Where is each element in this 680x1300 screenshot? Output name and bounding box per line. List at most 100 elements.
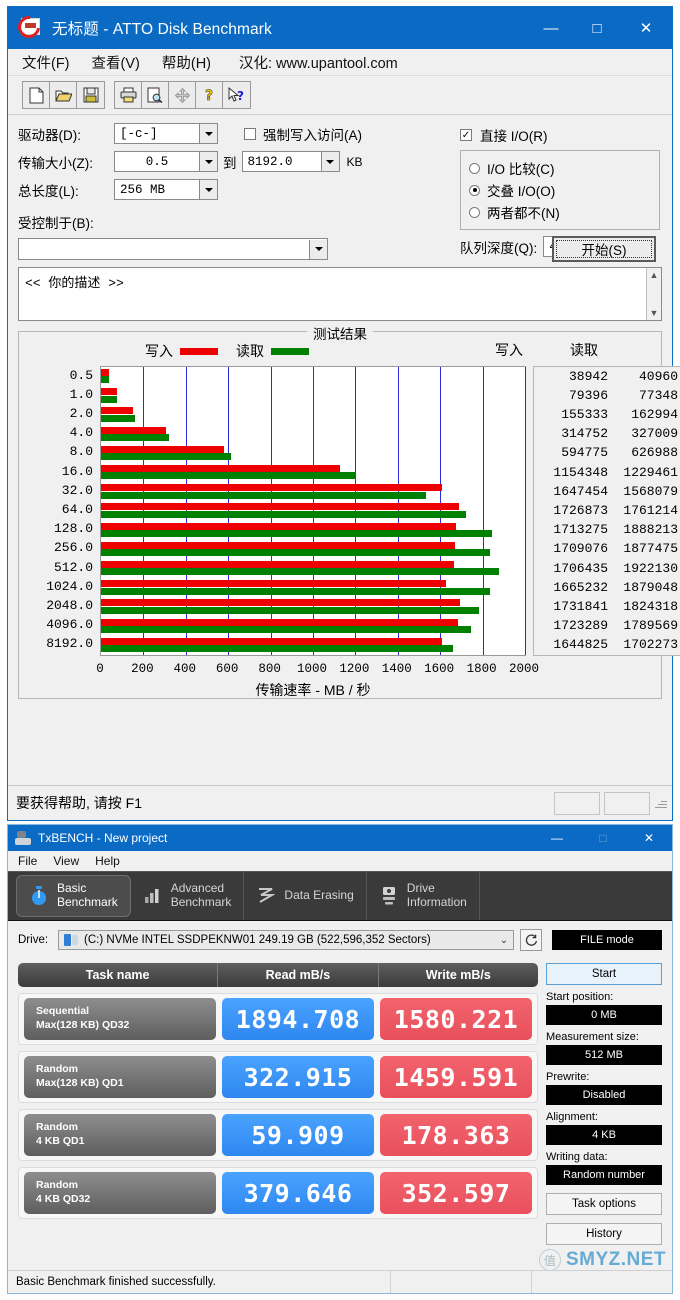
minimize-button[interactable]: — [528,7,574,49]
table-row[interactable]: Random 4 KB QD1 59.909 178.363 [18,1109,538,1161]
resize-grip-icon[interactable] [654,796,668,810]
tab-data-erasing[interactable]: Data Erasing [244,872,367,920]
localization-credit: 汉化: www.upantool.com [239,55,398,72]
drive-combo[interactable]: [-c-] [114,123,218,144]
sidebar-field-value[interactable]: 512 MB [546,1045,662,1065]
tab-drive-information[interactable]: Drive Information [367,872,480,920]
bar-write [101,465,340,472]
refresh-icon[interactable] [520,929,542,951]
total-length-combo[interactable]: 256 MB [114,179,218,200]
print-icon[interactable] [115,82,142,108]
maximize-button[interactable]: □ [574,7,620,49]
chevron-down-icon[interactable] [320,152,339,171]
task-name-line2: Max(128 KB) QD1 [36,1077,124,1089]
controlled-by-combo[interactable] [18,238,328,260]
direct-io-checkbox[interactable]: ✓ 直接 I/O(R) [460,125,660,145]
x-tick-label: 600 [215,662,239,676]
maximize-button[interactable]: □ [580,825,626,851]
chevron-down-icon[interactable]: ⌄ [495,935,513,946]
atto-statusbar: 要获得帮助, 请按 F1 [8,785,672,820]
menu-view[interactable]: View [53,854,79,868]
new-file-icon[interactable] [23,82,50,108]
value-read: 40960 [638,368,678,384]
y-tick-label: 1024.0 [46,578,93,594]
transfer-size-to-value: 8192.0 [247,154,293,169]
menu-help[interactable]: Help [95,854,120,868]
description-scrollbar[interactable]: ▲ ▼ [646,268,661,320]
atto-app-icon [13,11,45,43]
menu-help[interactable]: 帮助(H) [162,52,211,73]
gridline [525,367,526,655]
sidebar-field-value[interactable]: 4 KB [546,1125,662,1145]
read-value-cell: 379.646 [222,1172,374,1214]
transfer-size-row: 传输大小(Z): 0.5 到 8192.0 KB [18,151,388,172]
scroll-down-icon[interactable]: ▼ [650,308,659,318]
atto-chart: 写入 读取 写入 读取 0.5 1.0 2.0 4.0 8.0 16.0 32.0 64.0 1… [25,340,680,698]
value-row: 155333 162994 [534,407,678,422]
radio-overlapped-io[interactable]: 交叠 I/O(O) [469,180,651,200]
value-read: 1824318 [623,599,678,614]
atto-menubar: 文件(F) 查看(V) 帮助(H) 汉化: www.upantool.com [8,49,672,76]
description-textarea[interactable]: << 你的描述 >> ▲ ▼ [18,267,662,321]
table-row[interactable]: Random Max(128 KB) QD1 322.915 1459.591 [18,1051,538,1103]
watermark-badge: 值 [538,1249,561,1271]
value-read: 1922130 [623,560,678,576]
transfer-size-from-value: 0.5 [145,154,169,169]
menu-view[interactable]: 查看(V) [92,52,140,73]
task-options-button[interactable]: Task options [546,1193,662,1215]
save-disk-icon[interactable] [77,82,104,108]
column-task-name: Task name [18,963,219,987]
sidebar-field-value[interactable]: Disabled [546,1085,662,1105]
txbench-body: Drive: (C:) NVMe INTEL SSDPEKNW01 249.19… [8,921,672,1293]
close-button[interactable]: ✕ [620,7,672,49]
transfer-size-label: 传输大小(Z): [18,155,93,171]
tab-advanced-benchmark[interactable]: Advanced Benchmark [131,872,245,920]
close-button[interactable]: ✕ [626,825,672,851]
sidebar-field-value[interactable]: Random number [546,1165,662,1185]
chevron-down-icon[interactable] [199,152,217,171]
scroll-up-icon[interactable]: ▲ [650,270,659,280]
x-tick-label: 1600 [424,662,455,676]
value-read: 1702273 [623,637,678,653]
drive-select[interactable]: (C:) NVMe INTEL SSDPEKNW01 249.19 GB (52… [58,930,514,950]
x-tick-label: 2000 [508,662,540,676]
force-write-access-checkbox[interactable]: 强制写入访问(A) [244,124,362,144]
txbench-tabbar: Basic Benchmark Advanced Benchmark Data … [8,871,672,921]
radio-neither[interactable]: 两者都不(N) [469,202,651,222]
column-write: Write mB/s [425,968,491,982]
file-mode-indicator[interactable]: FILE mode [552,930,662,950]
tab-basic-benchmark[interactable]: Basic Benchmark [16,875,131,917]
menu-file[interactable]: File [18,854,37,868]
value-read: 1879048 [623,579,678,595]
table-header: Task name Read mB/s Write mB/s [18,963,538,987]
move-icon[interactable] [169,82,196,108]
value-write: 79396 [568,387,608,403]
radio-overlapped-io-label: 交叠 I/O(O) [487,184,556,199]
menu-file[interactable]: 文件(F) [22,52,70,73]
history-button[interactable]: History [546,1223,662,1245]
sidebar-field-value[interactable]: 0 MB [546,1005,662,1025]
chevron-down-icon[interactable] [199,180,217,199]
help-pointer-icon[interactable]: ? [223,82,250,108]
print-preview-icon[interactable] [142,82,169,108]
table-row[interactable]: Sequential Max(128 KB) QD32 1894.708 1580.2… [18,993,538,1045]
start-button[interactable]: 开始(S) [552,236,656,262]
chevron-down-icon[interactable] [309,239,327,259]
value-write: 38942 [568,368,608,384]
transfer-size-to-combo[interactable]: 8192.0 [241,151,340,172]
minimize-button[interactable]: — [534,825,580,851]
radio-io-compare-label: I/O 比较(C) [487,162,555,177]
value-write: 1706435 [553,560,608,576]
txbench-menubar: File View Help [8,851,672,871]
open-folder-icon[interactable] [50,82,77,108]
task-name-line1: Random [36,1179,78,1192]
start-button[interactable]: Start [546,963,662,985]
y-tick-label: 8192.0 [46,636,93,652]
chevron-down-icon[interactable] [199,124,217,143]
help-question-icon[interactable]: ? [196,82,223,108]
transfer-size-from-combo[interactable]: 0.5 [114,151,218,172]
value-write: 155333 [561,407,608,422]
radio-io-compare[interactable]: I/O 比较(C) [469,158,651,178]
y-tick-label: 4.0 [69,425,93,441]
table-row[interactable]: Random 4 KB QD32 379.646 352.597 [18,1167,538,1219]
